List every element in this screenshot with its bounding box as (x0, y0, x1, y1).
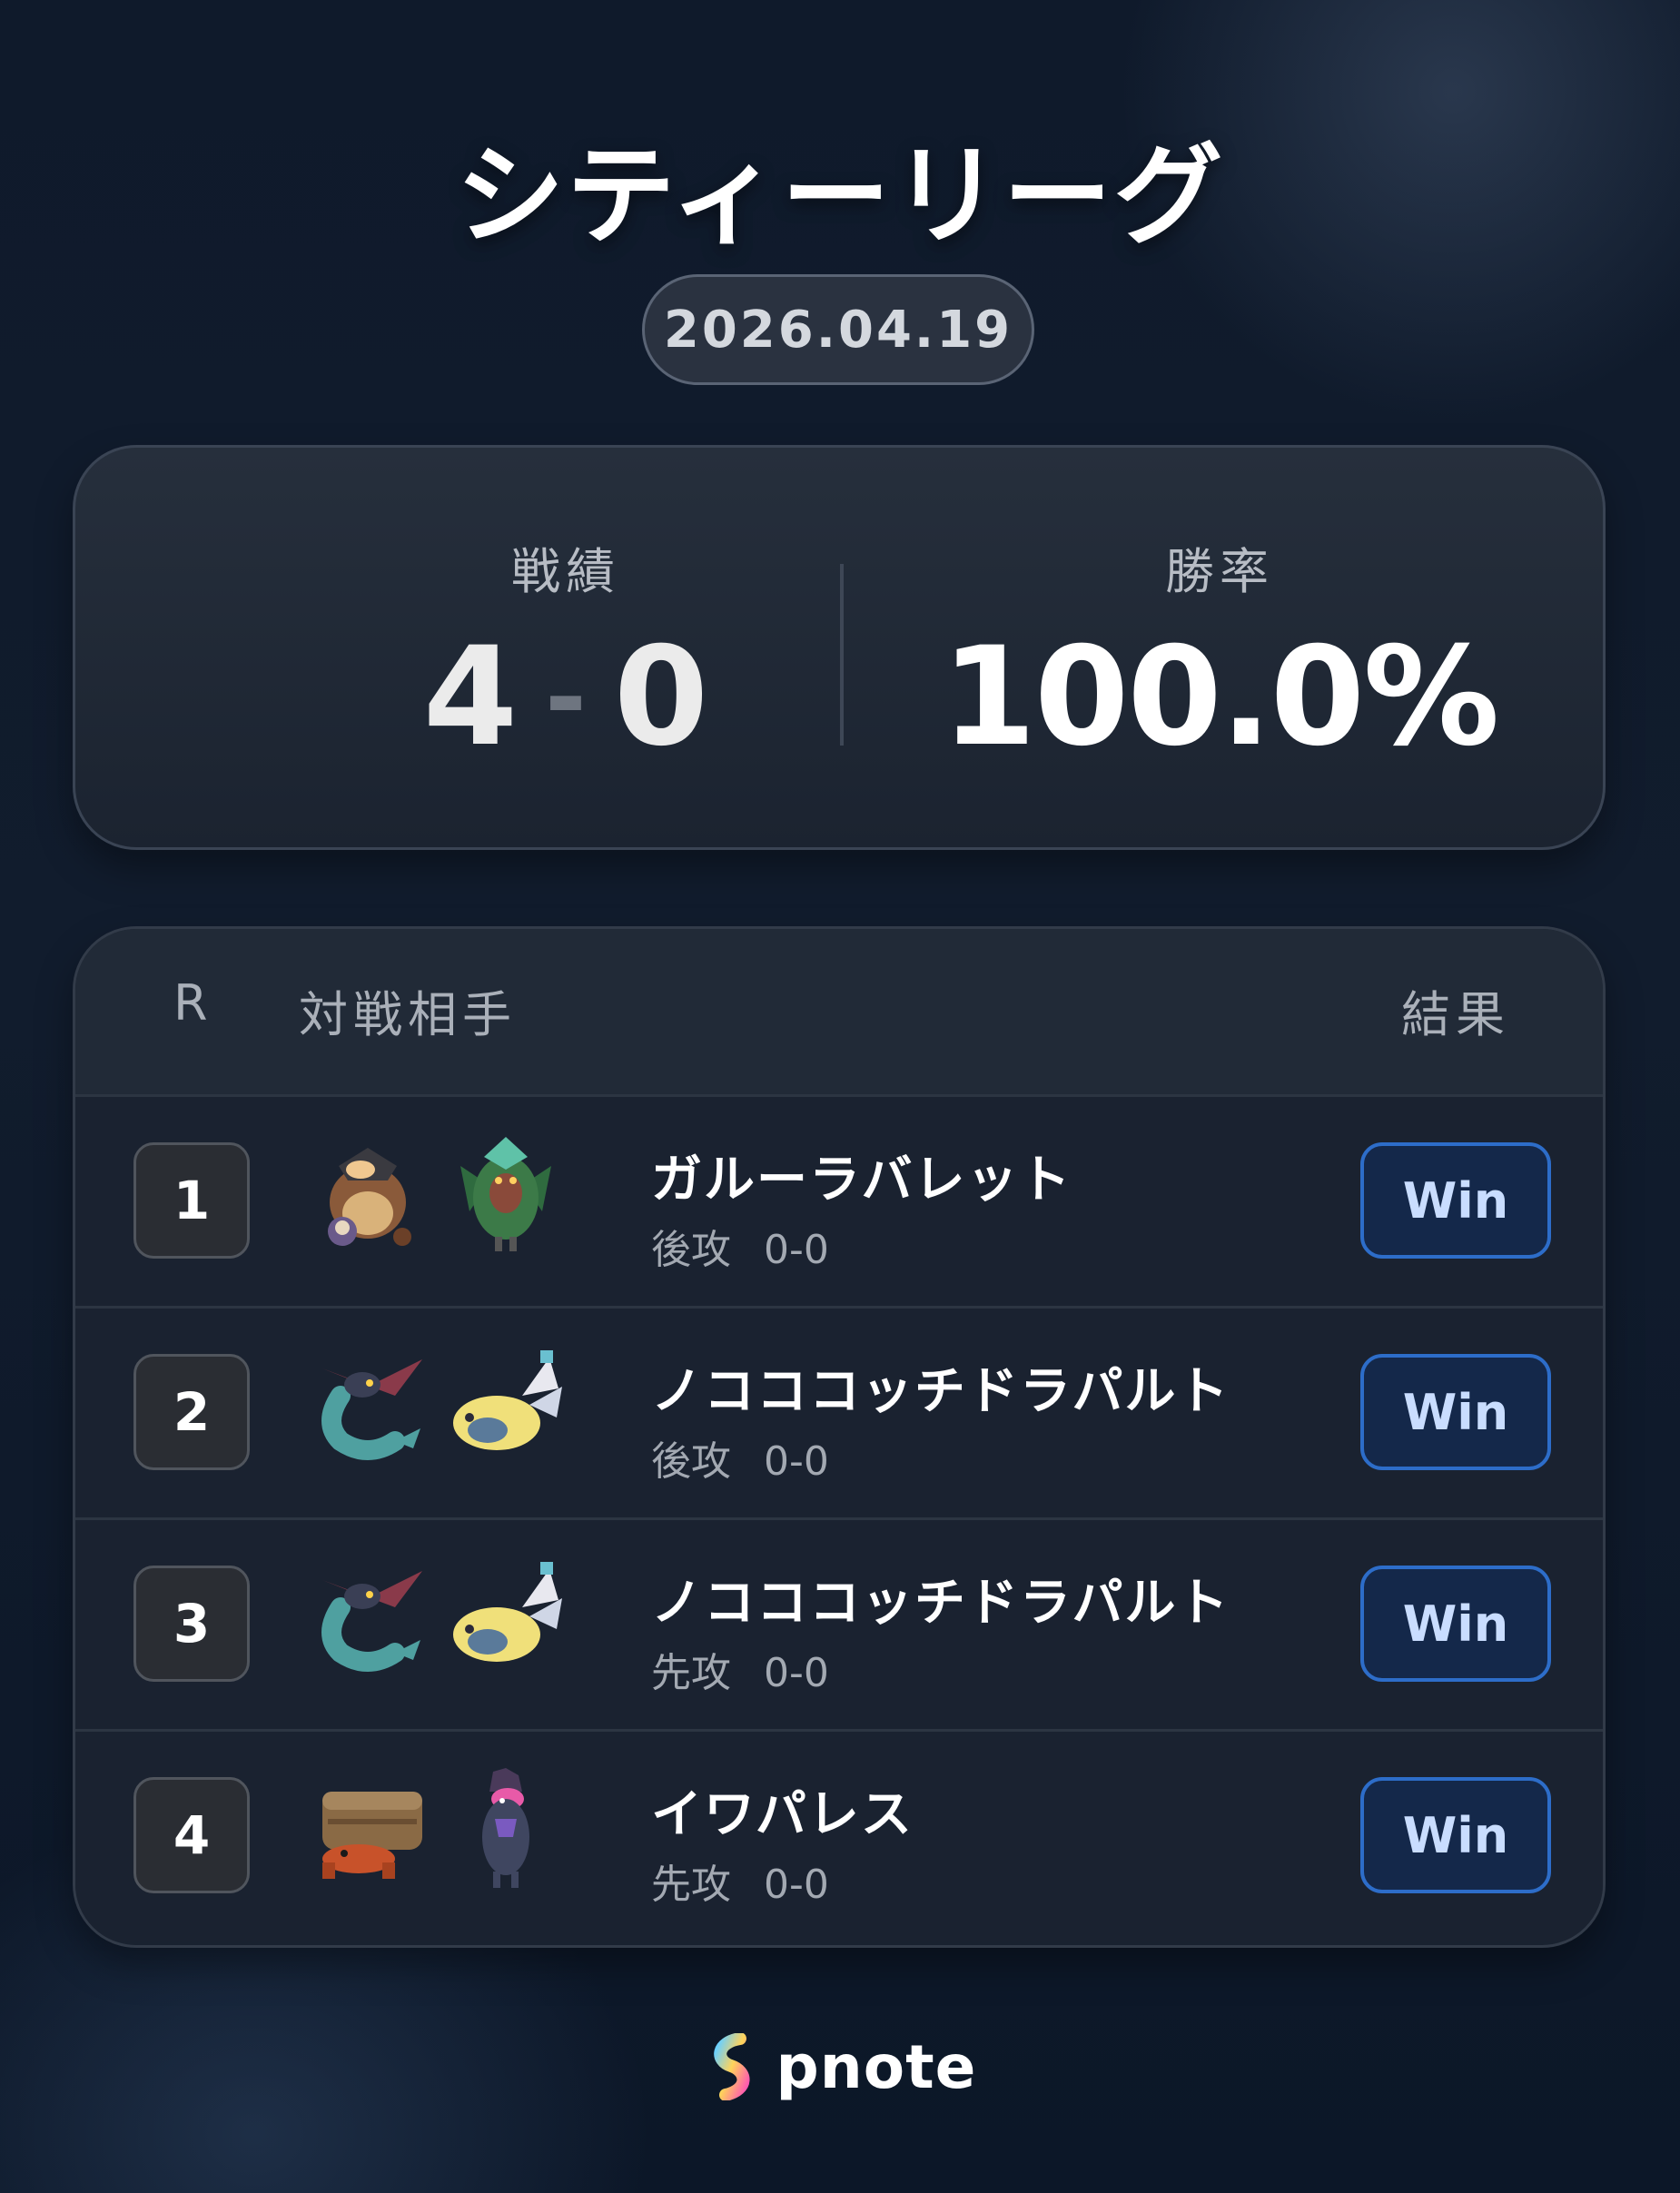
results-table: R 対戦相手 結果 1 ガルーラバレット 後攻 0-0 Win 2 ノコココッチ… (73, 926, 1606, 1948)
dudunsparce-sprite (453, 1350, 562, 1450)
page-title: シティーリーグ (455, 133, 1225, 260)
result-badge-win[interactable]: Win (1360, 1777, 1551, 1893)
decidueye-sprite (460, 1137, 551, 1251)
match-meta: 後攻 0-0 (651, 1217, 829, 1275)
round-number: 3 (133, 1566, 250, 1682)
header-opponent: 対戦相手 (299, 986, 517, 1043)
result-badge-win[interactable]: Win (1360, 1566, 1551, 1682)
dragapult-sprite (321, 1571, 422, 1672)
record-label: 戦績 (511, 543, 620, 600)
table-row[interactable]: 2 ノコココッチドラパルト 後攻 0-0 Win (75, 1306, 1603, 1517)
win-rate-value: 100.0% (941, 618, 1500, 776)
opponent-deck-name: イワパレス (651, 1785, 914, 1844)
table-row[interactable]: 3 ノコココッチドラパルト 先攻 0-0 Win (75, 1517, 1603, 1729)
match-meta: 先攻 0-0 (651, 1640, 829, 1698)
turn-order: 後攻 (651, 1438, 731, 1485)
result-badge-win[interactable]: Win (1360, 1354, 1551, 1470)
round-number: 1 (133, 1142, 250, 1259)
brand-footer: pnote (0, 2030, 1680, 2103)
wins-count: 4 (422, 618, 519, 776)
table-row[interactable]: 4 イワパレス 先攻 0-0 Win (75, 1729, 1603, 1941)
record-dash: - (545, 639, 587, 756)
table-row[interactable]: 1 ガルーラバレット 後攻 0-0 Win (75, 1094, 1603, 1306)
opponent-deck-name: ガルーラバレット (651, 1151, 1072, 1210)
record-value: 4 - 0 (293, 618, 838, 776)
round-number: 2 (133, 1354, 250, 1470)
game-score: 0-0 (764, 1650, 829, 1696)
header-round: R (173, 974, 213, 1032)
crustle-sprite (322, 1792, 422, 1879)
opponent-deck-name: ノコココッチドラパルト (651, 1574, 1230, 1633)
losses-count: 0 (613, 618, 709, 776)
grimmsnarl-sprite (482, 1768, 529, 1888)
turn-order: 後攻 (651, 1227, 731, 1273)
round-number: 4 (133, 1777, 250, 1893)
table-header: R 対戦相手 結果 (75, 929, 1603, 1094)
kangaskhan-sprite (328, 1148, 411, 1246)
header-result: 結果 (1401, 986, 1510, 1043)
summary-card: 戦績 4 - 0 勝率 100.0% (73, 445, 1606, 850)
brand-name: pnote (776, 2031, 977, 2102)
turn-order: 先攻 (651, 1862, 731, 1908)
match-meta: 先攻 0-0 (651, 1852, 829, 1910)
game-score: 0-0 (764, 1227, 829, 1273)
opponent-deck-name: ノコココッチドラパルト (651, 1362, 1230, 1421)
date-badge: 2026.04.19 (642, 274, 1034, 385)
dragapult-sprite (321, 1359, 422, 1460)
pnote-logo-icon (713, 2033, 749, 2100)
dudunsparce-sprite (453, 1562, 562, 1662)
game-score: 0-0 (764, 1438, 829, 1485)
turn-order: 先攻 (651, 1650, 731, 1696)
summary-divider (840, 564, 844, 746)
result-badge-win[interactable]: Win (1360, 1142, 1551, 1259)
match-meta: 後攻 0-0 (651, 1428, 829, 1487)
win-rate-label: 勝率 (1165, 543, 1274, 600)
game-score: 0-0 (764, 1862, 829, 1908)
